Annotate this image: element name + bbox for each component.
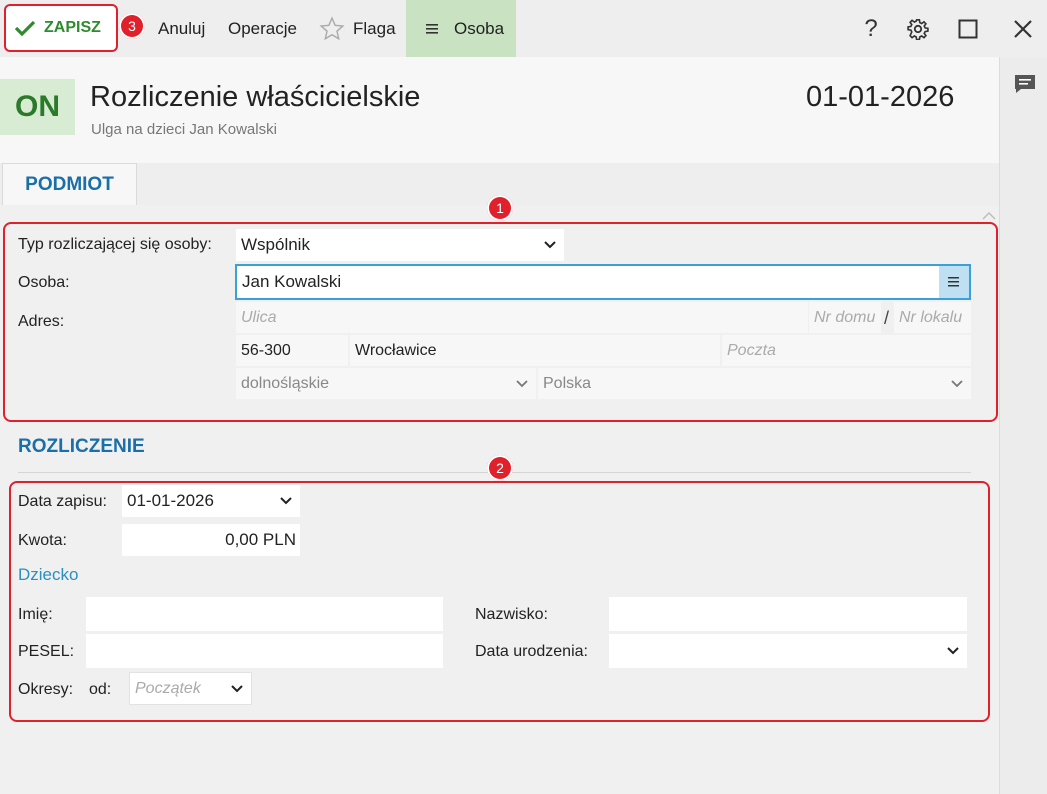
person-button[interactable]: Osoba xyxy=(406,0,516,57)
status-badge: ON xyxy=(0,79,75,135)
annotation-badge-1: 1 xyxy=(487,195,513,221)
address-separator: / xyxy=(884,308,890,328)
gear-icon[interactable] xyxy=(898,0,938,57)
entry-date-value: 01-01-2026 xyxy=(127,491,214,510)
country-select[interactable]: Polska xyxy=(538,368,971,399)
person-type-select[interactable]: Wspólnik xyxy=(236,229,564,261)
first-name-input[interactable] xyxy=(86,597,443,631)
amount-label: Kwota: xyxy=(18,532,67,549)
operations-button[interactable]: Operacje xyxy=(228,0,297,57)
periods-label: Okresy: xyxy=(18,681,74,698)
last-name-input[interactable] xyxy=(609,597,967,631)
comment-icon[interactable] xyxy=(1013,73,1037,100)
checkmark-icon xyxy=(14,20,36,37)
chevron-down-icon xyxy=(947,647,959,655)
menu-icon xyxy=(948,277,959,287)
flat-number-input[interactable]: Nr lokalu xyxy=(894,302,971,333)
close-icon[interactable] xyxy=(1003,0,1043,57)
chevron-down-icon xyxy=(280,497,292,505)
period-from-label: od: xyxy=(89,681,112,698)
annotation-badge-3: 3 xyxy=(119,13,145,39)
address-label: Adres: xyxy=(18,313,65,330)
side-rail xyxy=(999,57,1047,794)
person-value: Jan Kowalski xyxy=(242,272,342,291)
child-link[interactable]: Dziecko xyxy=(18,565,78,585)
province-value: dolnośląskie xyxy=(241,374,330,392)
page-title: Rozliczenie właścicielskie xyxy=(90,81,421,113)
pesel-label: PESEL: xyxy=(18,643,75,660)
last-name-label: Nazwisko: xyxy=(475,606,548,623)
birth-date-label: Data urodzenia: xyxy=(475,643,588,660)
flag-button[interactable]: Flaga xyxy=(319,0,396,57)
toolbar: ZAPISZ 3 Anuluj Operacje Flaga Osoba ? xyxy=(0,0,1047,57)
flag-label: Flaga xyxy=(353,18,396,38)
maximize-icon[interactable] xyxy=(948,0,988,57)
document-header: ON Rozliczenie właścicielskie Ulga na dz… xyxy=(0,57,999,163)
city-input[interactable]: Wrocławice xyxy=(350,335,720,366)
birth-date-select[interactable] xyxy=(609,634,967,668)
chevron-down-icon xyxy=(544,241,556,249)
collapse-icon[interactable] xyxy=(982,212,996,220)
pesel-input[interactable] xyxy=(86,634,443,668)
entry-date-label: Data zapisu: xyxy=(18,493,107,510)
help-icon[interactable]: ? xyxy=(851,0,891,57)
first-name-label: Imię: xyxy=(18,606,53,623)
post-office-input[interactable]: Poczta xyxy=(722,335,971,366)
country-value: Polska xyxy=(543,374,592,392)
menu-icon xyxy=(426,23,438,34)
entry-date-select[interactable]: 01-01-2026 xyxy=(122,485,300,517)
annotation-badge-2: 2 xyxy=(487,455,513,481)
person-button-label: Osoba xyxy=(454,18,505,38)
period-from-value: Początek xyxy=(135,679,201,697)
street-input[interactable]: Ulica xyxy=(236,302,808,333)
postal-code-input[interactable]: 56-300 xyxy=(236,335,348,366)
house-number-input[interactable]: Nr domu xyxy=(809,302,881,333)
document-date: 01-01-2026 xyxy=(806,81,955,113)
section-title-rozliczenie: ROZLICZENIE xyxy=(18,436,145,457)
person-type-label: Typ rozliczającej się osoby: xyxy=(18,236,212,253)
chevron-down-icon xyxy=(231,684,243,692)
page-subtitle: Ulga na dzieci Jan Kowalski xyxy=(91,121,277,138)
amount-input[interactable]: 0,00 PLN xyxy=(122,524,300,556)
person-type-value: Wspólnik xyxy=(241,235,310,254)
chevron-down-icon xyxy=(516,379,528,387)
save-label: ZAPISZ xyxy=(44,19,101,36)
period-from-select[interactable]: Początek xyxy=(129,672,252,705)
person-input[interactable]: Jan Kowalski xyxy=(235,264,971,300)
star-icon xyxy=(319,15,345,40)
cancel-button[interactable]: Anuluj xyxy=(158,0,205,57)
province-select[interactable]: dolnośląskie xyxy=(236,368,536,399)
person-label: Osoba: xyxy=(18,274,70,291)
save-button[interactable]: ZAPISZ xyxy=(4,4,118,52)
chevron-down-icon xyxy=(951,379,963,387)
tab-podmiot[interactable]: PODMIOT xyxy=(2,163,137,205)
person-picker-button[interactable] xyxy=(939,266,969,298)
